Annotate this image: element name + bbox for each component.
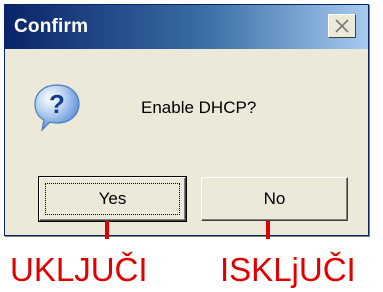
no-button[interactable]: No	[201, 177, 348, 221]
confirm-dialog: Confirm ? Enable DHCP? Yes No	[4, 4, 369, 236]
annotation-no: ISKLjUČI	[220, 251, 356, 288]
no-pointer-line	[266, 221, 270, 239]
close-button[interactable]	[328, 14, 356, 38]
question-icon: ?	[34, 84, 80, 132]
dialog-message: Enable DHCP?	[141, 98, 257, 117]
no-button-label: No	[263, 189, 286, 208]
yes-button-label: Yes	[98, 189, 127, 208]
close-icon	[335, 19, 349, 33]
dialog-title: Confirm	[14, 16, 89, 37]
question-mark-glyph: ?	[49, 89, 65, 119]
yes-button[interactable]: Yes	[38, 176, 187, 222]
annotation-yes: UKLJUČI	[10, 251, 148, 288]
title-bar[interactable]: Confirm	[5, 5, 368, 49]
yes-pointer-line	[105, 221, 109, 239]
